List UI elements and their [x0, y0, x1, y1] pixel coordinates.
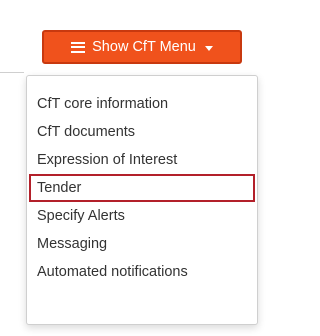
menu-item-tender[interactable]: Tender	[29, 174, 255, 202]
menu-item-cft-core-information[interactable]: CfT core information	[27, 90, 257, 118]
show-cft-menu-button[interactable]: Show CfT Menu	[42, 30, 242, 64]
show-cft-menu-label: Show CfT Menu	[92, 39, 196, 55]
menu-item-messaging[interactable]: Messaging	[27, 230, 257, 258]
divider-line	[0, 72, 24, 73]
menu-item-expression-of-interest[interactable]: Expression of Interest	[27, 146, 257, 174]
caret-down-icon	[204, 45, 213, 51]
menu-item-specify-alerts[interactable]: Specify Alerts	[27, 202, 257, 230]
menu-item-cft-documents[interactable]: CfT documents	[27, 118, 257, 146]
cft-dropdown-menu: CfT core information CfT documents Expre…	[26, 75, 258, 325]
cft-menu-area: Show CfT Menu CfT core information CfT d…	[0, 0, 276, 336]
list-icon	[71, 41, 86, 53]
menu-item-automated-notifications[interactable]: Automated notifications	[27, 258, 257, 286]
